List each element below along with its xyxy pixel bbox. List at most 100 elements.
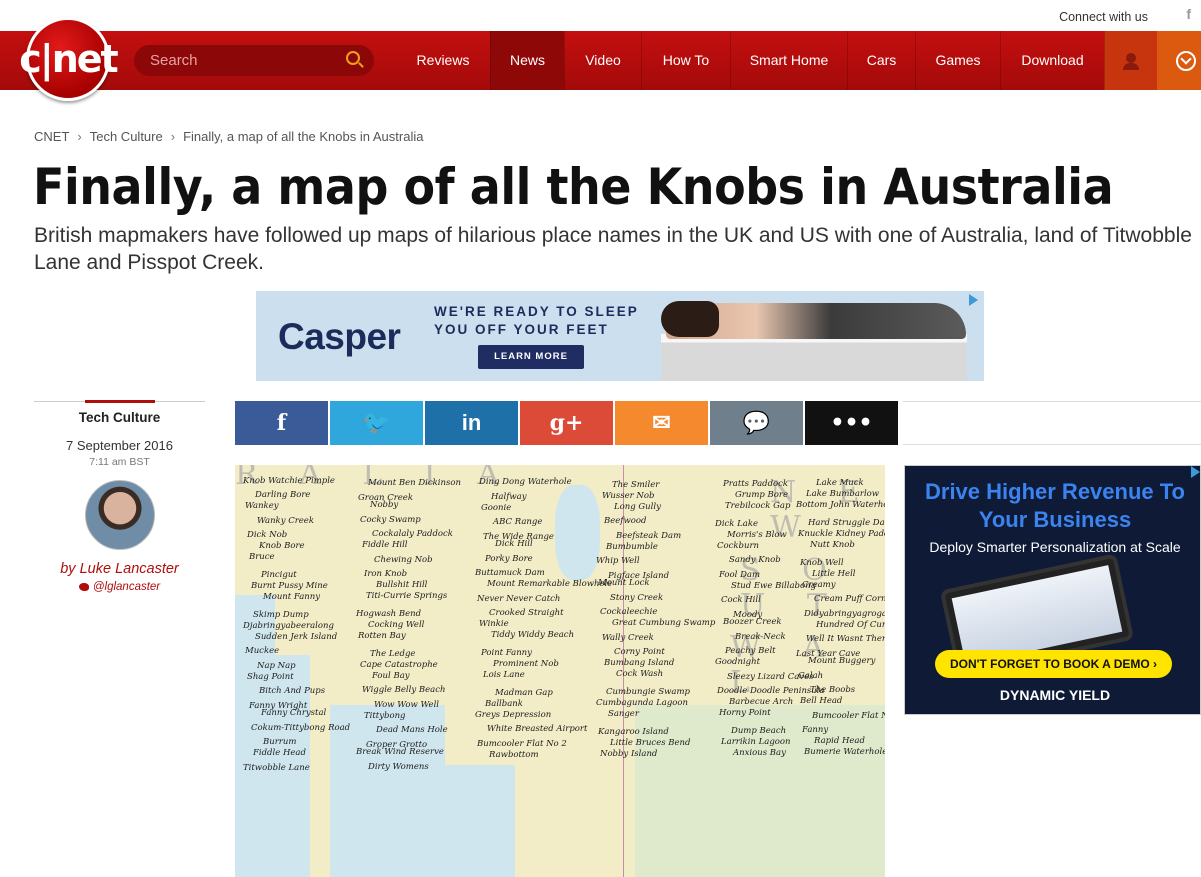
adchoices-icon[interactable] [1191,466,1200,478]
map-place-label: Cream Puff Corner [814,594,885,604]
map-place-label: Darling Bore [255,490,311,500]
map-place-label: Larrikin Lagoon [721,737,791,747]
map-place-label: Break-Neck [735,632,786,642]
author-name[interactable]: Luke Lancaster [80,561,179,577]
map-place-label: Greys Depression [475,710,552,720]
map-place-label: Mount Remarkable Blowhole [487,579,613,589]
comments-button[interactable]: 💬 [710,401,803,445]
adchoices-icon[interactable] [969,294,978,306]
map-place-label: Morris's Blow [727,530,787,540]
map-place-label: Dick Nob [247,530,288,540]
map-place-label: Hogwash Bend [356,609,422,619]
share-email-button[interactable]: ✉ [615,401,708,445]
nav-item-video[interactable]: Video [564,31,641,90]
casper-ad-banner[interactable]: Casper WE'RE READY TO SLEEP YOU OFF YOUR… [256,291,984,381]
author-twitter[interactable]: @lglancaster [34,581,205,593]
ad-book-demo-button[interactable]: DON'T FORGET TO BOOK A DEMO › [935,650,1172,678]
nav-item-reviews[interactable]: Reviews [396,31,490,90]
map-place-label: The Ledge [370,649,416,659]
map-place-label: Long Gully [614,502,661,512]
map-place-label: Titi-Currie Springs [366,591,448,601]
share-facebook-button[interactable]: f [235,401,328,445]
map-place-label: White Breasted Airport [487,724,588,734]
section-accent [85,400,155,403]
map-place-label: Dirty Womens [368,762,429,772]
chevron-down-icon[interactable] [1157,31,1201,90]
dynamic-yield-ad[interactable]: Drive Higher Revenue To Your Business De… [904,465,1201,715]
map-place-label: Anxious Bay [733,748,786,758]
map-place-label: Cocking Well [368,620,425,630]
map-place-label: Rotten Bay [358,631,406,641]
share-bar: f 🐦 in g+ ✉ 💬 ••• [235,401,1201,445]
author-handle[interactable]: @lglancaster [93,581,160,593]
cnet-logo[interactable]: c|net [19,17,119,101]
map-place-label: Ballbank [485,699,523,709]
map-place-label: Knob Well [800,558,844,568]
nav-item-news[interactable]: News [490,31,564,90]
search-input[interactable]: Search [134,45,374,76]
map-place-label: Pincigut [261,570,297,580]
map-place-label: Whip Well [596,556,640,566]
ad-subhead: Deploy Smarter Personalization at Scale [929,539,1181,555]
map-place-label: Chewing Nob [374,555,433,565]
section-label[interactable]: Tech Culture [34,410,205,425]
map-place-label: Lois Lane [483,670,525,680]
publish-time: 7:11 am BST [89,456,150,468]
map-place-label: Burnt Pussy Mine [251,581,328,591]
map-place-label: Fanny Chrystal [261,708,327,718]
nav-item-cars[interactable]: Cars [847,31,915,90]
map-place-label: Fiddle Hill [362,540,408,550]
map-place-label: Ding Dong Waterhole [479,477,572,487]
ad-line-2: YOU OFF YOUR FEET [434,322,609,337]
nav-item-how-to[interactable]: How To [641,31,730,90]
map-lake [555,485,600,580]
map-place-label: Wally Creek [602,633,654,643]
map-place-label: Skimp Dump [253,610,309,620]
map-place-label: Beefsteak Dam [616,531,682,541]
author-avatar[interactable] [84,480,155,550]
map-place-label: Never Never Catch [477,594,561,604]
map-place-label: Didyabringyagrogalong [804,609,885,619]
map-place-label: The Boobs [810,685,856,695]
nav-item-games[interactable]: Games [915,31,1000,90]
australia-knobs-map[interactable]: R A L I A N E W S O U T W A L Knob Watch… [235,465,885,877]
publish-date: 7 September 2016 [66,438,173,453]
share-twitter-button[interactable]: 🐦 [330,401,423,445]
map-place-label: Djabringyabeeralong [243,621,334,631]
map-place-label: Dead Mans Hole [376,725,448,735]
facebook-icon[interactable]: f [1186,6,1191,22]
connect-with-us[interactable]: Connect with us [1059,10,1148,24]
user-icon[interactable] [1104,31,1157,90]
map-place-label: Grump Bore [735,490,788,500]
map-place-label: Bullshit Hill [376,580,428,590]
main-nav: Search Reviews News Video How To Smart H… [0,31,1201,90]
map-place-label: Cape Catastrophe [360,660,438,670]
nav-item-download[interactable]: Download [1000,31,1104,90]
map-place-label: Rawbottom [489,750,539,760]
map-place-label: Galah [798,671,824,681]
map-place-label: Trebilcock Gap [725,501,791,511]
search-icon[interactable] [346,51,360,65]
map-place-label: Break Wind Reserve [356,747,444,757]
byline-column: Tech Culture 7 September 2016 7:11 am BS… [34,400,205,593]
nav-item-smart-home[interactable]: Smart Home [730,31,847,90]
map-place-label: Little Bruces Bend [610,738,691,748]
share-google-plus-button[interactable]: g+ [520,401,613,445]
ad-learn-more-button[interactable]: LEARN MORE [478,345,584,369]
breadcrumb-current[interactable]: Finally, a map of all the Knobs in Austr… [183,129,423,144]
person-hair [661,301,719,337]
map-place-label: Fanny [802,725,829,735]
map-place-label: Porky Bore [485,554,533,564]
map-place-label: Sudden Jerk Island [255,632,338,642]
map-place-label: Cumbagunda Lagoon [596,698,689,708]
map-place-label: Dick Lake [715,519,759,529]
share-linkedin-button[interactable]: in [425,401,518,445]
map-place-label: Bumerie Waterhole [804,747,885,757]
map-place-label: Cokum-Tittybong Road [251,723,351,733]
breadcrumb-cnet[interactable]: CNET [34,129,69,144]
page-title: Finally, a map of all the Knobs in Austr… [33,158,1114,216]
map-place-label: Kangaroo Island [598,727,669,737]
breadcrumb-tech-culture[interactable]: Tech Culture [90,129,163,144]
map-place-label: Goonie [481,503,512,513]
more-share-button[interactable]: ••• [805,401,898,445]
